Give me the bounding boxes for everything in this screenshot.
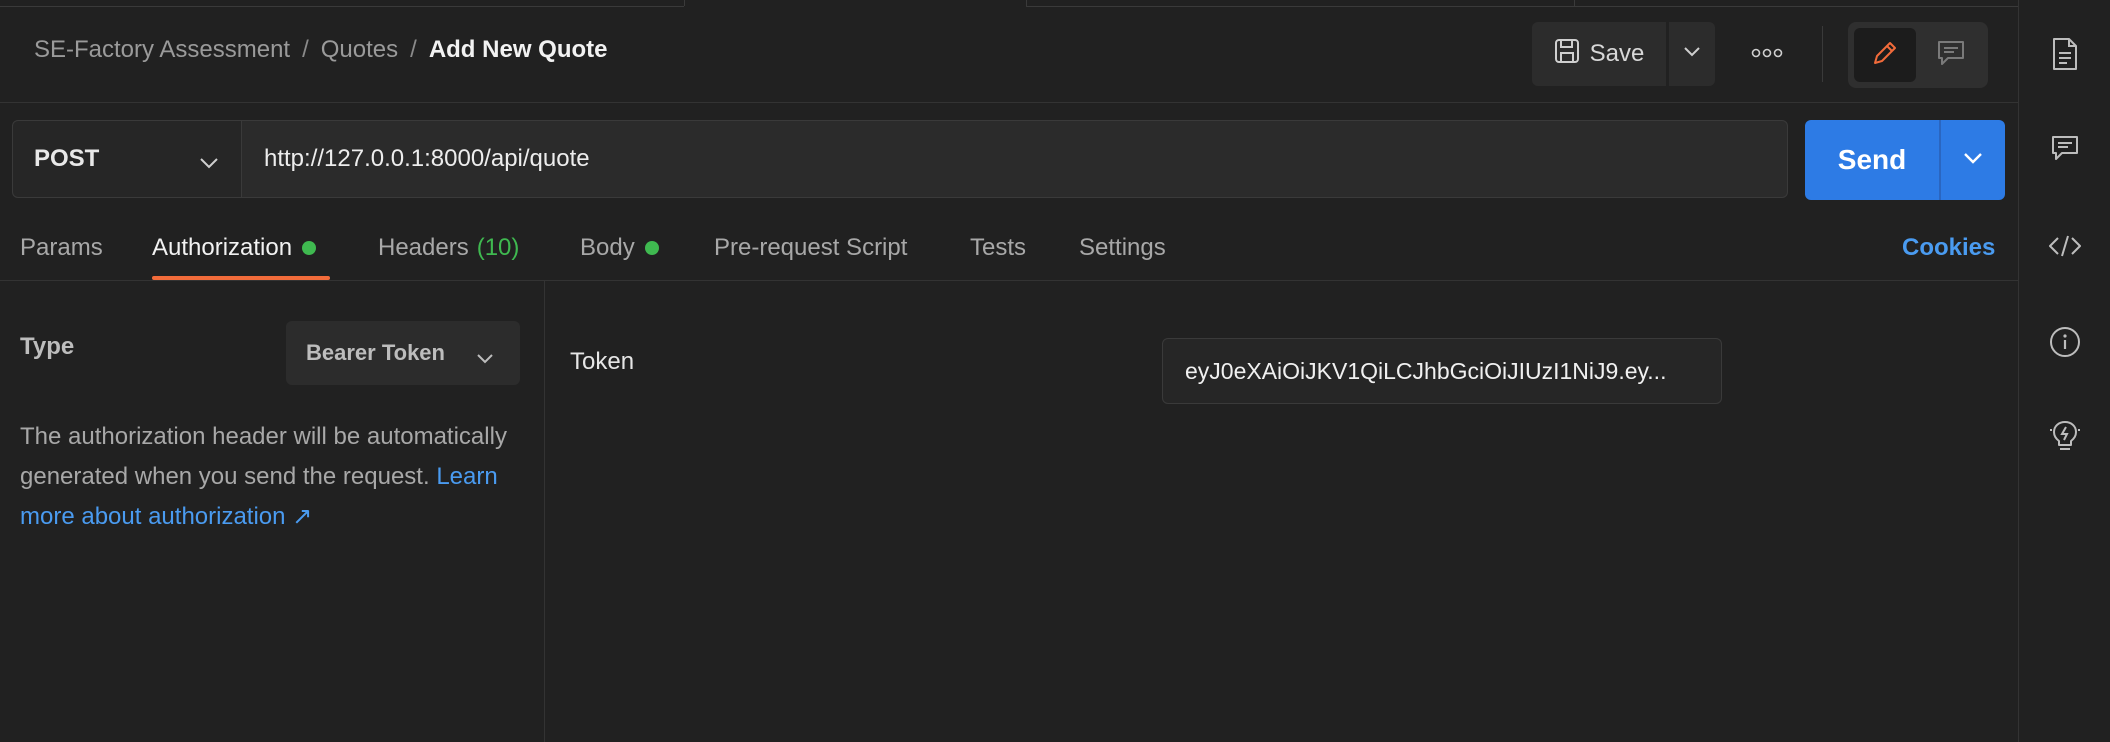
tab-settings[interactable]: Settings [1079,234,1166,262]
url-text: http://127.0.0.1:8000/api/quote [264,145,590,172]
tab-prerequest-script[interactable]: Pre-request Script [714,234,907,262]
tab-body[interactable]: Body [580,234,659,262]
breadcrumb-separator: / [302,36,309,63]
method-select[interactable]: POST [12,120,242,198]
breadcrumb-workspace[interactable]: SE-Factory Assessment [34,36,290,64]
tab-authorization[interactable]: Authorization [152,234,317,262]
breadcrumb-collection[interactable]: Quotes [321,36,398,64]
auth-description-text: The authorization header will be automat… [20,423,507,490]
pencil-icon [1870,38,1900,73]
token-value: eyJ0eXAiOiJKV1QiLCJhbGciOiJIUzI1NiJ9.ey.… [1185,357,1667,384]
chevron-down-icon [1683,45,1701,63]
save-group: Save [1532,22,1715,86]
lightbulb-icon[interactable] [2047,418,2083,454]
headers-count: (10) [476,234,520,261]
tab-label: Pre-request Script [714,234,908,261]
auth-type-select[interactable]: Bearer Token [286,321,520,385]
code-icon[interactable] [2047,228,2083,264]
chevron-down-icon [1963,151,1983,170]
more-options-button[interactable] [1744,36,1790,72]
breadcrumb-separator: / [410,36,417,63]
auth-type-value: Bearer Token [306,340,445,365]
comment-mode-button[interactable] [1920,28,1982,82]
tab-label: Tests [970,234,1027,261]
comment-icon[interactable] [2047,130,2083,166]
chevron-down-icon [199,149,219,177]
tab-headers[interactable]: Headers (10) [378,234,519,262]
tab-label: Authorization [152,234,293,261]
save-icon [1554,38,1580,71]
save-button[interactable]: Save [1532,22,1666,86]
edit-mode-button[interactable] [1854,28,1916,82]
chevron-down-icon [476,345,494,371]
tab-params[interactable]: Params [20,234,103,262]
info-icon[interactable] [2047,324,2083,360]
send-group: Send [1805,120,2005,200]
auth-type-pane: Type Bearer Token The authorization head… [0,281,545,742]
save-options-button[interactable] [1666,22,1715,86]
url-input[interactable]: http://127.0.0.1:8000/api/quote [242,120,1788,198]
header-divider [1822,26,1823,82]
tab-tests[interactable]: Tests [970,234,1026,262]
active-tab-indicator [152,276,330,280]
token-label: Token [570,348,635,375]
save-label: Save [1589,40,1645,67]
right-sidebar [2018,0,2110,742]
tab-label: Body [580,234,635,261]
send-button[interactable]: Send [1805,120,1939,200]
type-label: Type [20,333,75,360]
page-title[interactable]: Add New Quote [429,36,608,64]
mode-toggle [1848,22,1988,88]
method-label: POST [34,145,100,172]
request-header: SE-Factory Assessment / Quotes / Add New… [0,6,2018,103]
tab-label: Params [20,234,103,261]
postman-app: SE-Factory Assessment / Quotes / Add New… [0,0,2110,742]
cookies-link[interactable]: Cookies [1902,234,1995,262]
token-input[interactable]: eyJ0eXAiOiJKV1QiLCJhbGciOiJIUzI1NiJ9.ey.… [1162,338,1722,404]
request-tabs: Params Authorization Headers (10) Body P… [0,216,2018,281]
status-dot [302,241,317,255]
comment-icon [1936,39,1966,72]
document-icon[interactable] [2047,36,2083,72]
tab-label: Headers [378,234,469,261]
breadcrumb: SE-Factory Assessment / Quotes / Add New… [34,36,607,64]
auth-description: The authorization header will be automat… [20,417,530,537]
send-options-button[interactable] [1939,120,2005,200]
tab-label: Settings [1079,234,1166,261]
more-icon [1751,45,1783,63]
status-dot [644,241,659,255]
